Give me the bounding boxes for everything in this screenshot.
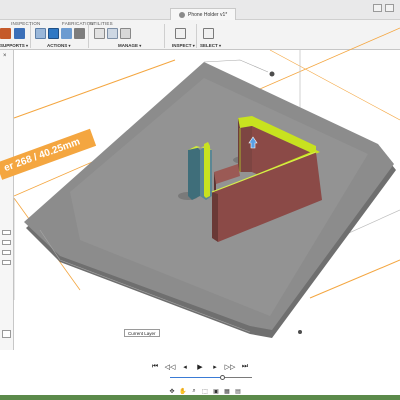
plate-hole: [269, 71, 275, 77]
first-layer-icon[interactable]: ⏮: [150, 362, 160, 372]
zoom-icon[interactable]: ⌕: [190, 387, 198, 395]
pan-icon[interactable]: ✋: [179, 387, 187, 395]
rewind-icon[interactable]: ◂: [180, 362, 190, 372]
part-highlight: [204, 142, 210, 198]
slicer-window: Phone Holder v1* SUPPORTS ▾ INSPECTION A…: [0, 0, 400, 400]
fit-icon[interactable]: ⬚: [201, 387, 209, 395]
taskbar-strip: [0, 395, 400, 400]
step-back-icon[interactable]: ◁◁: [165, 362, 176, 372]
viewport-scene[interactable]: [0, 0, 400, 400]
layer-timeline[interactable]: [170, 375, 252, 381]
current-layer-label: Current Layer: [124, 329, 160, 337]
orbit-icon[interactable]: ✥: [168, 387, 176, 395]
part-wall: [240, 126, 252, 172]
last-layer-icon[interactable]: ⏭: [240, 362, 250, 372]
grid-icon[interactable]: ▦: [223, 387, 231, 395]
view-icon[interactable]: ▤: [234, 387, 242, 395]
part-wall-side: [212, 192, 218, 242]
forward-icon[interactable]: ▸: [210, 362, 220, 372]
play-icon[interactable]: ▶: [195, 362, 205, 372]
timeline-thumb[interactable]: [219, 375, 225, 380]
display-icon[interactable]: ▣: [212, 387, 220, 395]
timeline-fill: [170, 377, 223, 378]
part-post: [188, 146, 200, 200]
playback-controls: ⏮ ◁◁ ◂ ▶ ▸ ▷▷ ⏭: [150, 360, 270, 374]
step-forward-icon[interactable]: ▷▷: [225, 362, 236, 372]
plate-hole: [298, 330, 302, 334]
